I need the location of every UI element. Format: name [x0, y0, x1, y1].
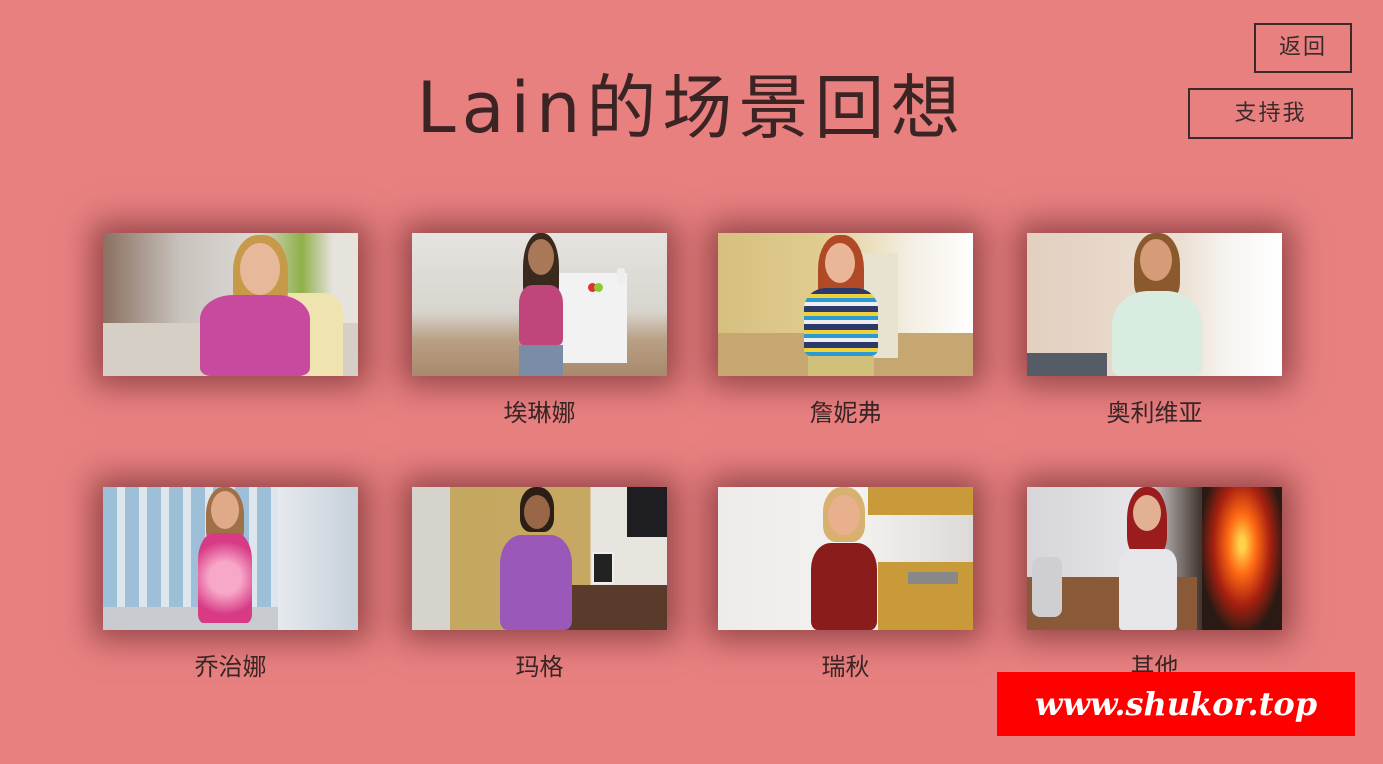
scene-thumbnail[interactable]: [103, 233, 358, 376]
scene-thumbnail[interactable]: [718, 487, 973, 630]
scene-card-4[interactable]: 奥利维亚: [1027, 233, 1282, 427]
back-button[interactable]: 返回: [1254, 23, 1352, 73]
support-button[interactable]: 支持我: [1188, 88, 1353, 139]
scene-label: 奥利维亚: [1106, 399, 1203, 427]
scene-card-7[interactable]: 瑞秋: [718, 487, 973, 681]
scene-thumbnail[interactable]: [718, 233, 973, 376]
scene-thumbnail[interactable]: [412, 487, 667, 630]
scene-label: 玛格: [515, 653, 564, 681]
scene-thumbnail[interactable]: [1027, 233, 1282, 376]
scene-thumbnail[interactable]: [412, 233, 667, 376]
scene-card-5[interactable]: 乔治娜: [103, 487, 358, 681]
scene-thumbnail[interactable]: [103, 487, 358, 630]
scene-label: 詹妮弗: [809, 399, 882, 427]
scene-card-2[interactable]: 埃琳娜: [412, 233, 667, 427]
page-title: Lain的场景回想: [416, 67, 967, 149]
scene-card-3[interactable]: 詹妮弗: [718, 233, 973, 427]
watermark-banner: www.shukor.top: [997, 672, 1355, 736]
scene-card-1[interactable]: [103, 233, 358, 376]
scene-card-6[interactable]: 玛格: [412, 487, 667, 681]
scene-card-8[interactable]: 其他: [1027, 487, 1282, 681]
scene-thumbnail[interactable]: [1027, 487, 1282, 630]
scene-label: 瑞秋: [821, 653, 870, 681]
scene-label: 埃琳娜: [503, 399, 576, 427]
scene-label: 乔治娜: [194, 653, 267, 681]
